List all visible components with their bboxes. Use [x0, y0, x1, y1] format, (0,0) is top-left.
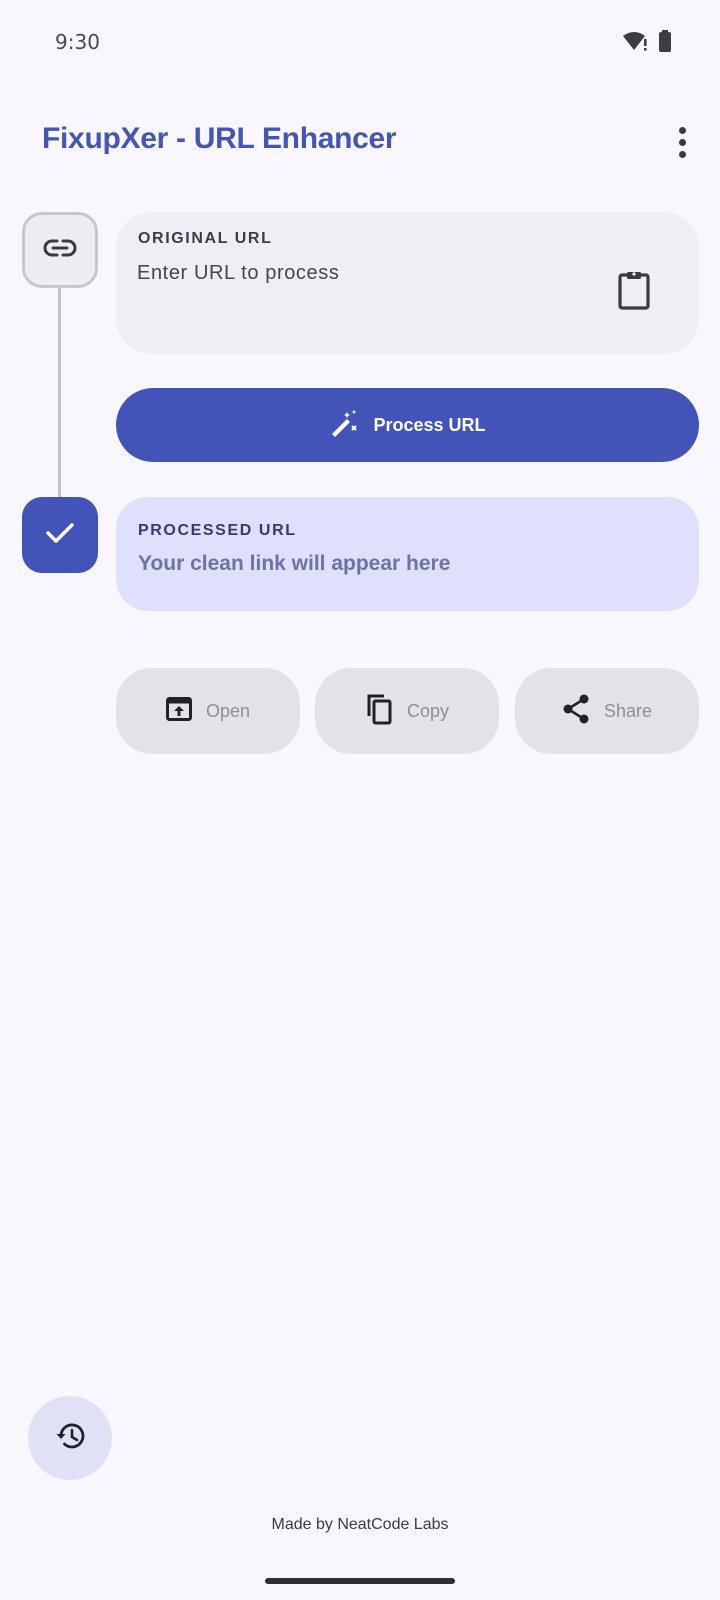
wifi-alert-icon: [622, 30, 648, 57]
more-vert-icon-dot: [678, 138, 686, 146]
process-url-label: Process URL: [373, 414, 486, 435]
more-vert-icon: [678, 126, 686, 134]
app-screen: 9:30 FixupXer - URL Enhancer ORIGINAL UR…: [0, 0, 720, 1600]
footer-credit: Made by NeatCode Labs: [271, 1516, 449, 1533]
step-original-indicator: [22, 212, 98, 288]
share-label: Share: [603, 700, 653, 721]
status-icons: [622, 30, 672, 57]
paste-button[interactable]: [612, 270, 656, 314]
status-time: 9:30: [55, 30, 100, 54]
check-icon: [45, 521, 75, 550]
original-url-label: ORIGINAL URL: [138, 230, 273, 247]
more-options-button[interactable]: [666, 122, 698, 162]
link-icon: [43, 238, 77, 263]
share-button[interactable]: Share: [515, 668, 699, 754]
open-button[interactable]: Open: [116, 668, 300, 754]
app-title: FixupXer - URL Enhancer: [42, 122, 397, 155]
history-button[interactable]: [28, 1396, 112, 1480]
magic-wand-icon: [329, 408, 359, 443]
open-in-browser-icon: [165, 696, 192, 726]
open-label: Open: [205, 700, 251, 721]
step-connector-line: [58, 288, 61, 498]
process-url-button[interactable]: Process URL: [116, 388, 699, 462]
processed-url-card: PROCESSED URL Your clean link will appea…: [116, 497, 699, 611]
clipboard-icon: [617, 270, 651, 315]
home-indicator[interactable]: [265, 1578, 455, 1584]
original-url-input[interactable]: [137, 256, 597, 290]
processed-url-label: PROCESSED URL: [138, 522, 297, 539]
processed-url-text: Your clean link will appear here: [138, 552, 451, 575]
step-processed-indicator: [22, 497, 98, 573]
battery-icon: [658, 30, 672, 57]
history-icon: [55, 1422, 85, 1455]
more-vert-icon-dot: [678, 150, 686, 158]
copy-icon: [365, 693, 393, 730]
copy-label: Copy: [406, 700, 450, 721]
copy-button[interactable]: Copy: [315, 668, 499, 754]
share-icon: [562, 694, 590, 729]
original-url-card: ORIGINAL URL: [116, 212, 699, 354]
